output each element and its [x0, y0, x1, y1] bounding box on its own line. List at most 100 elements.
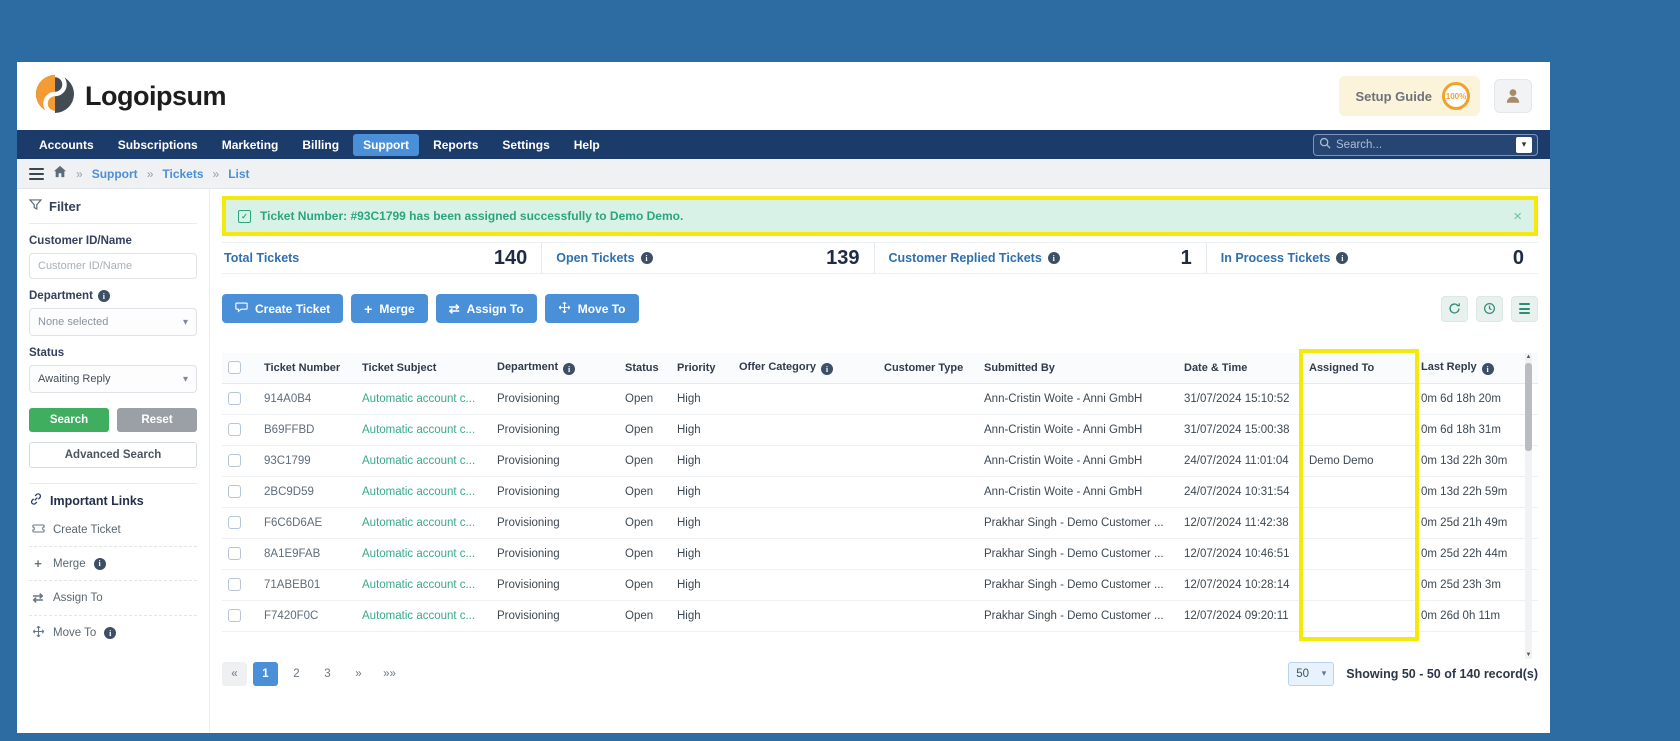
column-header-date-time[interactable]: Date & Time	[1178, 353, 1303, 383]
column-header-priority[interactable]: Priority	[671, 353, 733, 383]
cell-subject[interactable]: Automatic account c...	[356, 600, 491, 631]
nav-item-help[interactable]: Help	[564, 134, 610, 156]
assign-to-button[interactable]: ⇄ Assign To	[436, 294, 537, 323]
sidebar-link-assign-to[interactable]: ⇄ Assign To	[29, 581, 197, 616]
row-checkbox[interactable]	[228, 423, 241, 436]
column-header-status[interactable]: Status	[619, 353, 671, 383]
refresh-button[interactable]	[1441, 296, 1468, 322]
search-scope-dropdown[interactable]: ▾	[1516, 137, 1532, 153]
row-checkbox[interactable]	[228, 392, 241, 405]
sidebar-link-merge[interactable]: + Merge	[29, 547, 197, 581]
cell-subject[interactable]: Automatic account c...	[356, 569, 491, 600]
sidebar-link-move-to[interactable]: Move To	[29, 616, 197, 650]
breadcrumb-tickets[interactable]: Tickets	[162, 167, 203, 181]
column-header-assigned-to[interactable]: Assigned To	[1303, 353, 1415, 383]
last-page-button[interactable]: »»	[377, 662, 402, 686]
cell-subject[interactable]: Automatic account c...	[356, 507, 491, 538]
info-icon[interactable]	[1336, 252, 1348, 264]
nav-item-reports[interactable]: Reports	[423, 134, 488, 156]
column-header-submitted-by[interactable]: Submitted By	[978, 353, 1178, 383]
advanced-search-button[interactable]: Advanced Search	[29, 442, 197, 468]
scroll-up-icon[interactable]: ▲	[1526, 353, 1532, 361]
nav-item-accounts[interactable]: Accounts	[29, 134, 104, 156]
cell-ticket-number[interactable]: 93C1799	[258, 445, 356, 476]
info-icon[interactable]	[563, 363, 575, 375]
cell-ticket-number[interactable]: F6C6D6AE	[258, 507, 356, 538]
sidebar-toggle-icon[interactable]	[29, 168, 44, 180]
cell-ticket-number[interactable]: 8A1E9FAB	[258, 538, 356, 569]
info-icon[interactable]	[1048, 252, 1060, 264]
column-header-department[interactable]: Department	[491, 353, 619, 383]
scroll-down-icon[interactable]: ▼	[1526, 651, 1532, 659]
column-header-last-reply[interactable]: Last Reply	[1415, 353, 1538, 383]
reset-button[interactable]: Reset	[117, 408, 197, 432]
scrollbar-thumb[interactable]	[1525, 363, 1532, 451]
table-row[interactable]: F6C6D6AEAutomatic account c...Provisioni…	[222, 507, 1538, 538]
cell-subject[interactable]: Automatic account c...	[356, 476, 491, 507]
nav-item-support[interactable]: Support	[353, 134, 419, 156]
column-header-ticket-number[interactable]: Ticket Number	[258, 353, 356, 383]
table-row[interactable]: 914A0B4Automatic account c...Provisionin…	[222, 383, 1538, 414]
table-scrollbar[interactable]: ▲ ▼	[1525, 353, 1532, 659]
info-icon[interactable]	[94, 558, 106, 570]
cell-subject[interactable]: Automatic account c...	[356, 445, 491, 476]
row-checkbox[interactable]	[228, 485, 241, 498]
row-checkbox[interactable]	[228, 454, 241, 467]
cell-ticket-number[interactable]: 2BC9D59	[258, 476, 356, 507]
table-row[interactable]: B69FFBDAutomatic account c...Provisionin…	[222, 414, 1538, 445]
cell-subject[interactable]: Automatic account c...	[356, 538, 491, 569]
close-icon[interactable]: ×	[1513, 209, 1522, 224]
department-select[interactable]: None selected ▾	[29, 308, 197, 336]
info-icon[interactable]	[821, 363, 833, 375]
cell-subject[interactable]: Automatic account c...	[356, 414, 491, 445]
column-header-customer-type[interactable]: Customer Type	[878, 353, 978, 383]
sidebar-link-create-ticket[interactable]: Create Ticket	[29, 513, 197, 547]
table-row[interactable]: 8A1E9FABAutomatic account c...Provisioni…	[222, 538, 1538, 569]
user-avatar[interactable]	[1494, 79, 1532, 113]
breadcrumb-support[interactable]: Support	[92, 167, 138, 181]
cell-ticket-number[interactable]: F7420F0C	[258, 600, 356, 631]
history-button[interactable]	[1476, 296, 1503, 322]
column-header-offer-category[interactable]: Offer Category	[733, 353, 878, 383]
home-icon[interactable]	[53, 165, 67, 183]
cell-subject[interactable]: Automatic account c...	[356, 383, 491, 414]
row-checkbox[interactable]	[228, 547, 241, 560]
cell-ticket-number[interactable]: 71ABEB01	[258, 569, 356, 600]
page-button-2[interactable]: 2	[284, 662, 309, 686]
row-checkbox[interactable]	[228, 516, 241, 529]
row-checkbox[interactable]	[228, 578, 241, 591]
search-button[interactable]: Search	[29, 408, 109, 432]
create-ticket-button[interactable]: Create Ticket	[222, 294, 343, 323]
nav-item-settings[interactable]: Settings	[492, 134, 559, 156]
status-select[interactable]: Awaiting Reply ▾	[29, 365, 197, 393]
page-button-3[interactable]: 3	[315, 662, 340, 686]
info-icon[interactable]	[98, 290, 110, 302]
breadcrumb-list[interactable]: List	[228, 167, 249, 181]
logo[interactable]: Logoipsum	[35, 74, 226, 119]
info-icon[interactable]	[641, 252, 653, 264]
column-header-ticket-subject[interactable]: Ticket Subject	[356, 353, 491, 383]
move-to-button[interactable]: Move To	[545, 294, 639, 323]
nav-item-marketing[interactable]: Marketing	[212, 134, 289, 156]
cell-ticket-number[interactable]: 914A0B4	[258, 383, 356, 414]
first-page-button[interactable]: «	[222, 662, 247, 686]
nav-item-subscriptions[interactable]: Subscriptions	[108, 134, 208, 156]
next-page-button[interactable]: »	[346, 662, 371, 686]
search-input[interactable]	[1336, 139, 1511, 151]
setup-guide-button[interactable]: Setup Guide 100%	[1339, 76, 1480, 116]
merge-button[interactable]: + Merge	[351, 294, 428, 323]
info-icon[interactable]	[104, 627, 116, 639]
table-row[interactable]: 93C1799Automatic account c...Provisionin…	[222, 445, 1538, 476]
info-icon[interactable]	[1482, 363, 1494, 375]
table-row[interactable]: 2BC9D59Automatic account c...Provisionin…	[222, 476, 1538, 507]
customer-id-input[interactable]	[29, 253, 197, 279]
row-checkbox[interactable]	[228, 609, 241, 622]
table-row[interactable]: F7420F0CAutomatic account c...Provisioni…	[222, 600, 1538, 631]
table-row[interactable]: 71ABEB01Automatic account c...Provisioni…	[222, 569, 1538, 600]
nav-item-billing[interactable]: Billing	[292, 134, 349, 156]
page-button-1[interactable]: 1	[253, 662, 278, 686]
per-page-select[interactable]: 50 ▾	[1288, 662, 1334, 686]
list-view-button[interactable]	[1511, 296, 1538, 322]
select-all-checkbox[interactable]	[228, 361, 241, 374]
cell-ticket-number[interactable]: B69FFBD	[258, 414, 356, 445]
